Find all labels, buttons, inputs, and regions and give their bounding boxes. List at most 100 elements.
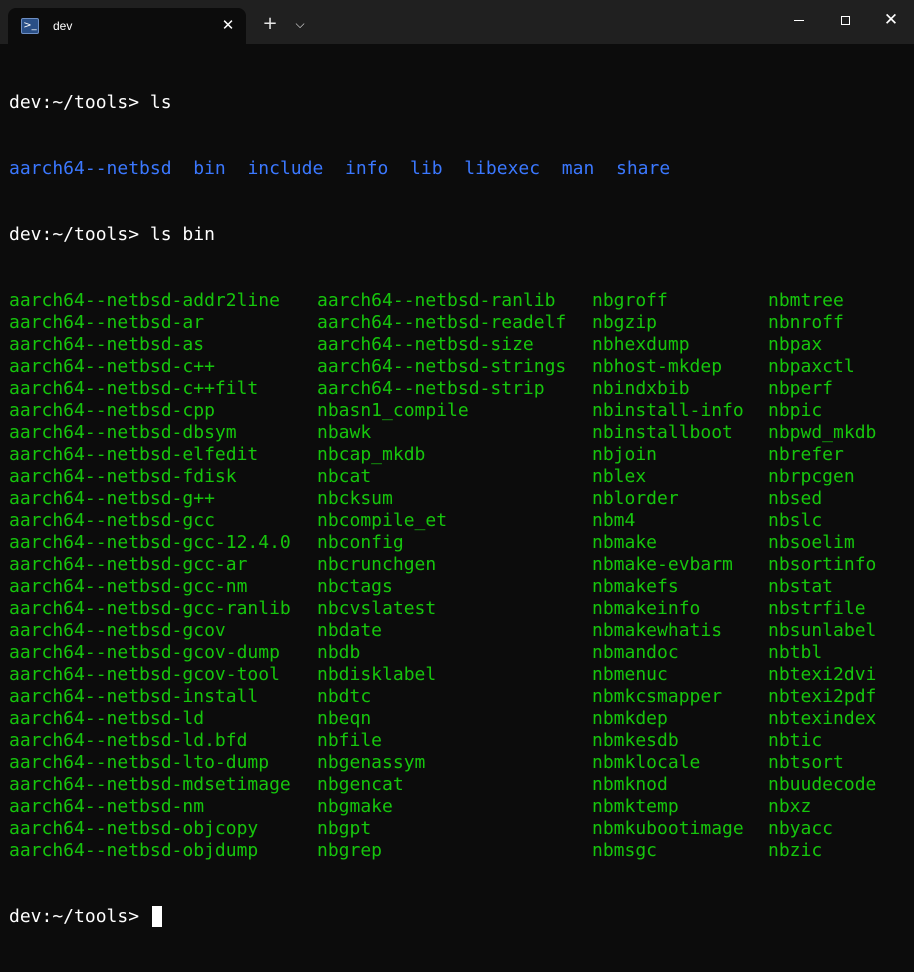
directory-listing: aarch64--netbsd bin include info lib lib… [9,158,909,180]
file-entry: aarch64--netbsd-gcc [9,510,215,531]
file-entry: aarch64--netbsd-elfedit [9,444,259,465]
file-entry: aarch64--netbsd-objcopy [9,818,259,839]
file-row: aarch64--netbsd-c++filt aarch64--netbsd-s… [9,378,909,400]
file-entry: nbzic [768,840,823,861]
file-entry: nbgmake [317,796,393,817]
file-entry: nbcrunchgen [317,554,437,575]
file-row: aarch64--netbsd-objcopy nbgpt nbmkubootima… [9,818,909,840]
file-entry: aarch64--netbsd-ld.bfd [9,730,248,751]
file-entry: nbmkdep [592,708,668,729]
file-entry: nbdisklabel [317,664,437,685]
command-line-2: dev:~/tools> ls bin [9,224,909,246]
prompt: dev:~/tools> [9,92,150,113]
file-entry: aarch64--netbsd-size [317,334,534,355]
file-entry: aarch64--netbsd-objdump [9,840,259,861]
file-row: aarch64--netbsd-gcov-tool nbdisklabel nbme… [9,664,909,686]
chevron-down-icon[interactable]: ⌵ [290,12,310,36]
file-entry: nbtsort [768,752,844,773]
file-entry: aarch64--netbsd-gcc-ar [9,554,248,575]
file-entry: aarch64--netbsd-mdsetimage [9,774,291,795]
prompt: dev:~/tools> [9,906,150,927]
directory-entry: info [345,158,389,179]
file-entry: nbsortinfo [768,554,877,575]
file-entry: nbyacc [768,818,834,839]
prompt: dev:~/tools> [9,224,150,245]
new-tab-button[interactable]: + [260,12,280,36]
command-text: ls [149,92,172,113]
file-entry: nbcap_mkdb [317,444,426,465]
file-entry: nbfile [317,730,383,751]
file-entry: aarch64--netbsd-lto-dump [9,752,270,773]
file-row: aarch64--netbsd-ld.bfd nbfile nbmkesdb nbti… [9,730,909,752]
file-entry: nblex [592,466,647,487]
file-entry: nbmandoc [592,642,679,663]
file-entry: nbrpcgen [768,466,855,487]
file-entry: aarch64--netbsd-gcov-tool [9,664,280,685]
maximize-button[interactable] [822,0,868,40]
file-entry: nbtbl [768,642,823,663]
file-entry: nbstat [768,576,834,597]
file-entry: aarch64--netbsd-c++filt [9,378,259,399]
file-entry: nbmkesdb [592,730,679,751]
file-listing: aarch64--netbsd-addr2line aarch64--netbsd… [9,290,909,862]
file-entry: nbpwd_mkdb [768,422,877,443]
file-entry: nbtexindex [768,708,877,729]
file-entry: nbxz [768,796,812,817]
command-line-3: dev:~/tools> [9,906,909,928]
terminal-window: >_ dev ✕ + ⌵ ✕ dev:~/tools> ls aarch64--… [0,0,914,927]
file-entry: nbinstall-info [592,400,744,421]
file-entry: nbcvslatest [317,598,437,619]
file-entry: nbmake-evbarm [592,554,733,575]
file-entry: nbmkubootimage [592,818,744,839]
file-entry: nbtexi2dvi [768,664,877,685]
minimize-icon [794,19,804,21]
file-entry: nbmenuc [592,664,668,685]
file-row: aarch64--netbsd-gcc nbcompile_et nbm4 nbslc [9,510,909,532]
file-row: aarch64--netbsd-ld nbeqn nbmkdep nbtexindex [9,708,909,730]
file-entry: nbgrep [317,840,383,861]
file-entry: nbmakeinfo [592,598,701,619]
directory-entry: share [616,158,671,179]
file-entry: nbmknod [592,774,668,795]
file-row: aarch64--netbsd-gcov-dump nbdb nbmandoc nbt… [9,642,909,664]
file-entry: nbinstallboot [592,422,733,443]
file-entry: nbmkcsmapper [592,686,723,707]
file-row: aarch64--netbsd-fdisk nbcat nblex nbrpcgen [9,466,909,488]
file-entry: nbrefer [768,444,844,465]
file-entry: nbjoin [592,444,658,465]
powershell-icon: >_ [21,18,39,34]
file-entry: nbsunlabel [768,620,877,641]
file-entry: nbpax [768,334,823,355]
file-entry: nbmklocale [592,752,701,773]
file-entry: nbtexi2pdf [768,686,877,707]
directory-entry: include [247,158,324,179]
file-entry: nbindxbib [592,378,690,399]
file-row: aarch64--netbsd-mdsetimage nbgencat nbmkno… [9,774,909,796]
directory-entry: libexec [464,158,541,179]
close-window-button[interactable]: ✕ [868,0,914,40]
file-entry: nbstrfile [768,598,866,619]
file-entry: nbmktemp [592,796,679,817]
file-entry: aarch64--netbsd-nm [9,796,205,817]
file-entry: aarch64--netbsd-install [9,686,259,707]
tab-dev[interactable]: >_ dev ✕ [8,8,246,44]
directory-entry: aarch64--netbsd [9,158,172,179]
file-entry: nbasn1_compile [317,400,469,421]
maximize-icon [840,15,850,25]
file-row: aarch64--netbsd-nm nbgmake nbmktemp nbxz [9,796,909,818]
file-row: aarch64--netbsd-objdump nbgrep nbmsgc nbzic [9,840,909,862]
file-entry: nbmtree [768,290,844,311]
terminal-output[interactable]: dev:~/tools> ls aarch64--netbsd bin incl… [9,48,909,927]
file-entry: nbgenassym [317,752,426,773]
minimize-button[interactable] [776,0,822,40]
file-row: aarch64--netbsd-gcc-ar nbcrunchgen nbmake-… [9,554,909,576]
file-entry: nbgroff [592,290,668,311]
file-entry: nbdate [317,620,383,641]
close-tab-icon[interactable]: ✕ [220,17,236,33]
file-row: aarch64--netbsd-gcc-12.4.0 nbconfig nbmake… [9,532,909,554]
file-entry: aarch64--netbsd-readelf [317,312,567,333]
file-entry: nbhexdump [592,334,690,355]
file-entry: nbtic [768,730,823,751]
file-row: aarch64--netbsd-g++ nbcksum nblorder nbsed [9,488,909,510]
file-entry: nbmakewhatis [592,620,723,641]
